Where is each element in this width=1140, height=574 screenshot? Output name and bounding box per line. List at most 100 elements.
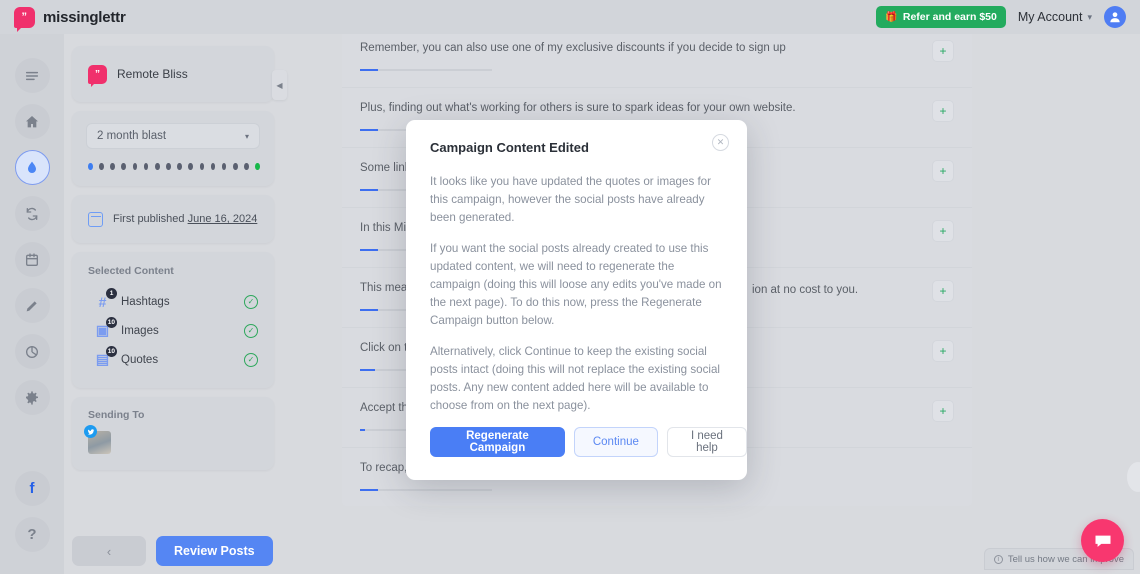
post-text: Remember, you can also use one of my exc…	[360, 42, 786, 54]
schedule-dot[interactable]	[143, 163, 149, 170]
schedule-dot[interactable]	[99, 163, 104, 170]
collapse-sidebar-button[interactable]: ◀	[272, 70, 287, 100]
regenerate-campaign-button[interactable]: Regenerate Campaign	[430, 427, 565, 457]
campaign-logo-icon: ”	[88, 64, 107, 87]
sending-to-card: Sending To	[72, 397, 274, 470]
help-icon[interactable]: ?	[14, 517, 50, 552]
post-progress-fill	[360, 189, 378, 191]
logo-quote-glyph: ”	[21, 11, 28, 23]
schedule-dot[interactable]	[255, 163, 260, 170]
add-post-button[interactable]: +	[932, 40, 954, 62]
review-posts-button[interactable]: Review Posts	[156, 536, 273, 566]
account-label: My Account	[1017, 10, 1083, 24]
add-post-button[interactable]: +	[932, 220, 954, 242]
campaign-header-card: ” Remote Bliss	[72, 46, 274, 102]
schedule-dot[interactable]	[244, 163, 249, 170]
post-progress-fill	[360, 309, 378, 311]
post-text: Plus, finding out what's working for oth…	[360, 102, 796, 114]
previous-step-button[interactable]: ‹	[72, 536, 146, 566]
info-icon: i	[993, 554, 1003, 564]
my-account-menu[interactable]: My Account ▾	[1018, 10, 1092, 24]
image-icon: ▣ 10	[94, 317, 117, 339]
analytics-icon[interactable]	[14, 334, 50, 369]
first-published: First published June 16, 2024	[113, 213, 257, 225]
facebook-icon[interactable]: f	[14, 471, 50, 506]
i-need-help-button[interactable]: I need help	[666, 427, 747, 457]
header-actions: 🎁 Refer and earn $50 My Account ▾	[876, 6, 1126, 28]
blast-select[interactable]: 2 month blast ▾	[86, 123, 260, 149]
chevron-down-icon: ▾	[1087, 11, 1092, 22]
settings-icon[interactable]	[14, 380, 50, 415]
campaign-title: Remote Bliss	[117, 67, 188, 81]
gift-icon: 🎁	[885, 11, 898, 23]
post-progress-fill	[360, 429, 365, 431]
modal-actions: Regenerate Campaign Continue I need help	[430, 427, 747, 457]
sending-account-avatar[interactable]	[84, 425, 111, 454]
schedule-dot[interactable]	[188, 163, 193, 170]
post-row[interactable]: Remember, you can also use one of my exc…	[342, 28, 972, 88]
content-item-images[interactable]: ▣ 10 Images ✓	[88, 316, 258, 345]
facebook-glyph: f	[29, 480, 35, 497]
modal-paragraph-1: It looks like you have updated the quote…	[430, 175, 711, 224]
home-icon[interactable]	[14, 104, 50, 139]
refer-label: Refer and earn $50	[902, 11, 997, 23]
schedule-dot[interactable]	[132, 163, 138, 170]
post-progress-fill	[360, 129, 378, 131]
schedule-dot[interactable]	[121, 163, 127, 170]
drip-icon[interactable]	[14, 150, 50, 185]
modal-paragraph-2: If you want the social posts already cre…	[430, 242, 722, 327]
chevron-down-icon: ▾	[244, 131, 249, 141]
quotes-count-badge: 10	[105, 346, 117, 357]
schedule-dot[interactable]	[210, 163, 216, 170]
missinglettr-logo-icon: ”	[14, 6, 35, 32]
schedule-dot[interactable]	[233, 163, 238, 170]
schedule-dot[interactable]	[154, 163, 160, 170]
continue-button[interactable]: Continue	[573, 427, 658, 457]
schedule-dot[interactable]	[110, 163, 115, 170]
brand-logo[interactable]: ” missinglettr	[14, 6, 126, 32]
refer-and-earn-button[interactable]: 🎁 Refer and earn $50	[876, 6, 1006, 28]
post-progress-fill	[360, 249, 378, 251]
schedule-dot[interactable]	[88, 163, 93, 170]
top-header: ” missinglettr 🎁 Refer and earn $50 My A…	[0, 0, 1140, 34]
selected-content-card: Selected Content # 1 Hashtags ✓ ▣ 10 Ima…	[72, 252, 274, 388]
published-card: First published June 16, 2024	[72, 195, 274, 243]
curate-icon[interactable]	[14, 196, 50, 231]
content-item-hashtags[interactable]: # 1 Hashtags ✓	[88, 287, 258, 316]
blast-select-value: 2 month blast	[97, 130, 167, 142]
schedule-dot[interactable]	[166, 163, 171, 170]
close-icon[interactable]: ✕	[712, 134, 729, 151]
schedule-dot[interactable]	[221, 163, 227, 170]
add-post-button[interactable]: +	[932, 160, 954, 182]
hashtag-glyph: #	[98, 293, 107, 310]
post-progress-track	[360, 69, 492, 71]
chat-bubble-icon[interactable]	[1081, 519, 1124, 562]
content-item-label: Images	[121, 324, 159, 337]
selected-content-label: Selected Content	[88, 265, 174, 277]
add-post-button[interactable]: +	[932, 280, 954, 302]
menu-icon[interactable]	[14, 58, 50, 93]
compose-icon[interactable]	[14, 288, 50, 323]
check-icon: ✓	[244, 352, 258, 367]
add-post-button[interactable]: +	[932, 340, 954, 362]
logo-quote-glyph: ”	[95, 68, 100, 80]
add-post-button[interactable]: +	[932, 400, 954, 422]
help-glyph: ?	[27, 526, 37, 543]
post-progress-fill	[360, 489, 378, 491]
first-published-date[interactable]: June 16, 2024	[188, 213, 258, 225]
calendar-icon[interactable]	[14, 242, 50, 277]
avatar[interactable]	[1104, 6, 1126, 28]
edge-handle[interactable]	[1127, 462, 1140, 492]
campaign-sidebar: ” Remote Bliss 2 month blast ▾ First pub…	[72, 46, 287, 536]
modal-title: Campaign Content Edited	[430, 140, 589, 155]
modal-paragraph-3: Alternatively, click Continue to keep th…	[430, 345, 720, 412]
content-item-label: Hashtags	[121, 295, 170, 308]
first-published-label: First published	[113, 213, 188, 225]
schedule-dots	[86, 163, 260, 170]
post-progress-track	[360, 489, 492, 491]
schedule-dot[interactable]	[177, 163, 182, 170]
schedule-dot[interactable]	[199, 163, 205, 170]
content-item-quotes[interactable]: ▤ 10 Quotes ✓	[88, 345, 258, 374]
add-post-button[interactable]: +	[932, 100, 954, 122]
twitter-icon	[84, 425, 97, 438]
